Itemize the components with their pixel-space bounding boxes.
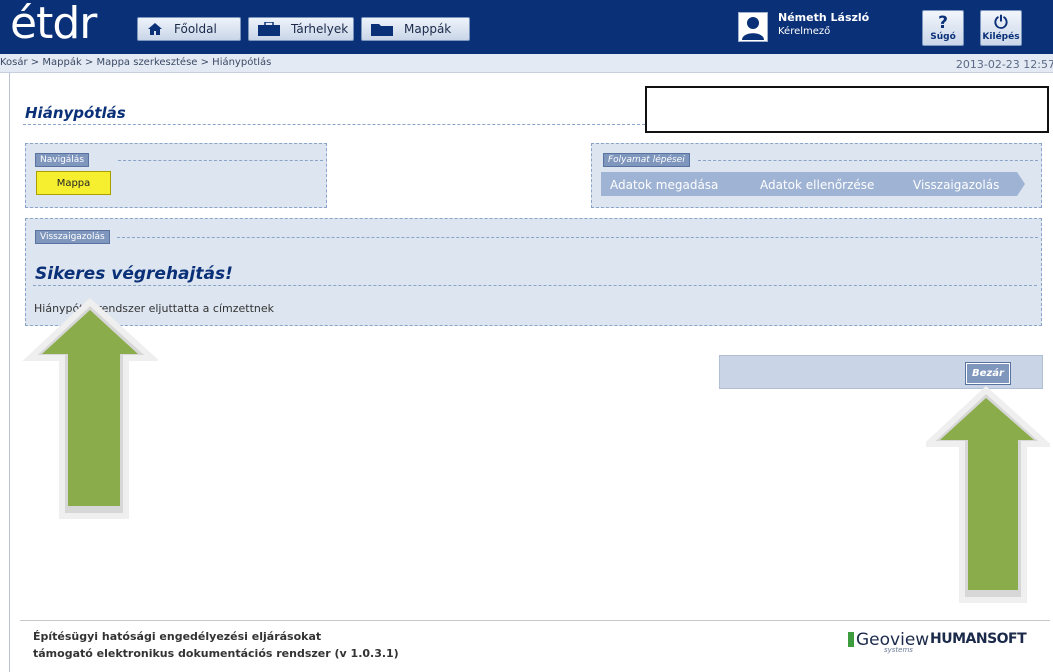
blank-box — [645, 86, 1049, 133]
process-legend: Folyamat lépései — [603, 153, 690, 167]
annotation-arrow-left — [22, 297, 158, 519]
step-confirmation: Visszaigazolás — [913, 178, 1000, 192]
page-title: Hiánypótlás — [25, 104, 126, 122]
power-icon: ⏻ — [994, 13, 1008, 33]
process-legend-line — [698, 160, 1038, 161]
footer-line2: támogató elektronikus dokumentációs rend… — [33, 647, 399, 660]
user-name: Németh László — [778, 11, 870, 24]
step-data-check: Adatok ellenőrzése — [760, 178, 875, 192]
breadcrumb[interactable]: Kosár > Mappák > Mappa szerkesztése > Hi… — [0, 57, 271, 68]
success-divider — [33, 285, 1037, 286]
storage-button-label: Tárhelyek — [291, 22, 349, 36]
user-role: Kérelmező — [778, 26, 831, 37]
footer-line1: Építésügyi hatósági engedélyezési eljárá… — [33, 630, 322, 643]
logout-button[interactable]: ⏻ Kilépés — [980, 10, 1022, 46]
success-title: Sikeres végrehajtás! — [35, 264, 233, 284]
confirmation-legend: Visszaigazolás — [35, 230, 110, 244]
help-button[interactable]: ? Súgó — [922, 10, 964, 46]
question-icon: ? — [938, 13, 948, 33]
geoview-logo: Geoview systems — [848, 630, 929, 654]
breadcrumb-bar: Kosár > Mappák > Mappa szerkesztése > Hi… — [0, 54, 1053, 73]
left-border — [9, 73, 10, 672]
logout-button-label: Kilépés — [982, 32, 1020, 42]
confirmation-legend-line — [117, 237, 1038, 238]
humansoft-logo: HUMANSOFT — [930, 631, 1027, 647]
briefcase-icon — [257, 21, 281, 36]
storage-button[interactable]: Tárhelyek — [248, 17, 354, 41]
navigation-legend: Navigálás — [35, 153, 90, 167]
step-data-entry: Adatok megadása — [610, 178, 719, 192]
annotation-arrow-right — [926, 386, 1050, 603]
home-button[interactable]: Főoldal — [137, 17, 241, 41]
home-button-label: Főoldal — [174, 22, 217, 36]
home-icon — [146, 22, 164, 36]
help-button-label: Súgó — [930, 32, 956, 42]
folder-nav-button[interactable]: Mappa — [36, 171, 111, 195]
current-datetime: 2013-02-23 12:57 — [955, 58, 1053, 71]
close-button[interactable]: Bezár — [965, 362, 1011, 385]
folder-icon — [370, 22, 394, 36]
title-divider — [23, 124, 645, 125]
user-icon — [738, 12, 768, 42]
geoview-mark — [848, 632, 854, 647]
top-header: étdr Főoldal Tárhelyek Mappák Németh Lás… — [0, 0, 1053, 54]
footer-divider — [20, 620, 1050, 621]
etdr-logo[interactable]: étdr — [10, 2, 97, 46]
folders-button[interactable]: Mappák — [361, 17, 470, 41]
navigation-legend-line — [118, 160, 323, 161]
folders-button-label: Mappák — [404, 22, 452, 36]
